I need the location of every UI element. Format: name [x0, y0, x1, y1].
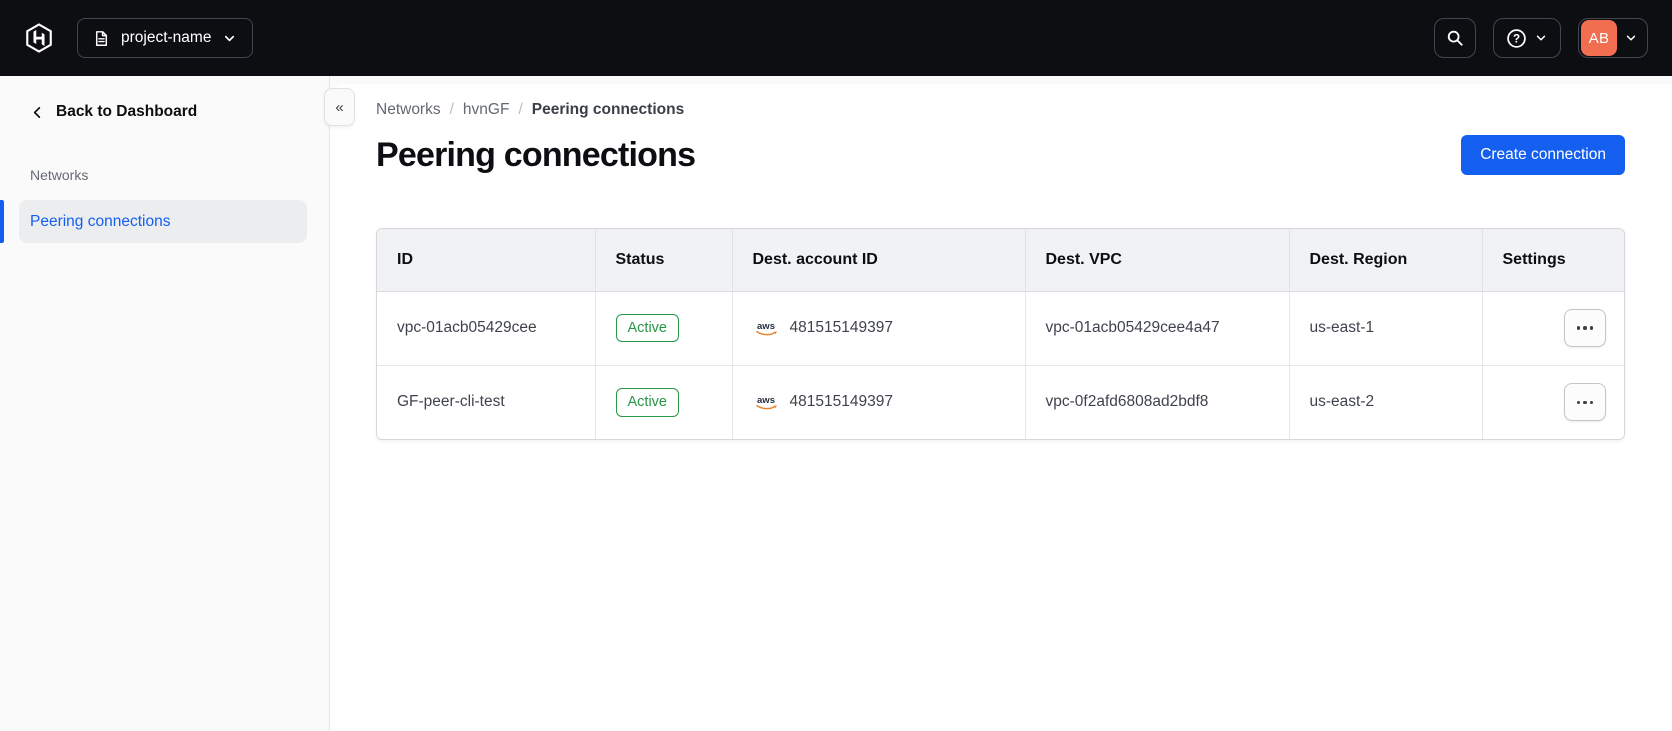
aws-icon: aws [755, 321, 777, 335]
project-switcher-label: project-name [121, 29, 212, 46]
cell-region: us-east-1 [1288, 291, 1482, 365]
sidebar: Back to Dashboard Networks Peering conne… [0, 76, 330, 731]
back-to-dashboard-link[interactable]: Back to Dashboard [30, 103, 197, 121]
breadcrumb-current: Peering connections [531, 101, 685, 118]
top-nav-actions: ? AB [1434, 18, 1648, 58]
breadcrumb-separator: / [518, 101, 523, 118]
column-header-dest-vpc: Dest. VPC [1024, 229, 1289, 292]
content-sheet: Networks / hvnGF / Peering connections P… [330, 84, 1672, 731]
top-nav: project-name ? AB [0, 0, 1672, 76]
svg-text:?: ? [1513, 32, 1520, 45]
cell-account-id: aws 481515149397 [731, 291, 1025, 365]
table-row: vpc-01acb05429cee Active aws 48151514939… [377, 291, 1624, 365]
page-title: Peering connections [376, 135, 696, 174]
cell-vpc: vpc-0f2afd6808ad2bdf8 [1024, 364, 1289, 439]
cell-region: us-east-2 [1288, 364, 1482, 439]
table-header-row: ID Status Dest. account ID Dest. VPC Des… [377, 229, 1624, 292]
page-header: Peering connections Create connection [376, 135, 1625, 175]
chevron-down-icon [1536, 35, 1546, 41]
help-menu-button[interactable]: ? [1493, 18, 1561, 58]
app-window: project-name ? AB Back to Dashboard Netw… [0, 0, 1672, 731]
aws-icon: aws [755, 395, 777, 410]
sidebar-section-label: Networks [30, 167, 89, 183]
project-switcher-button[interactable]: project-name [77, 18, 254, 58]
main-area: « Networks / hvnGF / Peering connections… [324, 76, 1672, 731]
row-settings-button[interactable] [1564, 309, 1606, 347]
hashicorp-logo-icon [26, 23, 52, 53]
ellipsis-icon [1576, 400, 1581, 404]
user-menu-button[interactable]: AB [1578, 18, 1648, 58]
cell-settings [1481, 364, 1624, 439]
column-header-settings: Settings [1481, 229, 1624, 292]
cell-vpc: vpc-01acb05429cee4a47 [1024, 291, 1289, 365]
status-badge: Active [615, 387, 679, 417]
cell-status: Active [594, 364, 732, 439]
chevron-left-icon [33, 106, 41, 118]
collapse-icon: « [335, 98, 344, 116]
create-connection-button[interactable]: Create connection [1461, 135, 1625, 175]
cell-account-id: aws 481515149397 [731, 364, 1025, 439]
back-to-dashboard-label: Back to Dashboard [56, 103, 198, 120]
svg-text:aws: aws [757, 321, 775, 332]
status-badge: Active [615, 313, 679, 343]
column-header-dest-region: Dest. Region [1288, 229, 1482, 292]
avatar: AB [1581, 20, 1617, 56]
chevron-down-icon [225, 35, 235, 41]
cell-settings [1481, 291, 1624, 365]
breadcrumb-separator: / [449, 101, 454, 118]
sidebar-item-label: Peering connections [30, 212, 171, 230]
cell-status: Active [594, 291, 732, 365]
search-button[interactable] [1434, 18, 1476, 58]
peering-connections-table: ID Status Dest. account ID Dest. VPC Des… [376, 228, 1625, 440]
account-id-value: 481515149397 [789, 393, 893, 411]
search-icon [1447, 30, 1463, 46]
row-settings-button[interactable] [1564, 383, 1606, 422]
help-icon: ? [1507, 28, 1526, 48]
ellipsis-icon [1576, 326, 1581, 330]
breadcrumb-link-hvngf[interactable]: hvnGF [463, 101, 510, 119]
chevron-down-icon [1626, 35, 1636, 41]
app-body: Back to Dashboard Networks Peering conne… [0, 76, 1672, 731]
account-id-value: 481515149397 [789, 319, 893, 336]
page-content: Networks / hvnGF / Peering connections P… [330, 84, 1672, 440]
document-icon [95, 30, 108, 46]
cell-id: GF-peer-cli-test [377, 364, 595, 439]
collapse-sidebar-button[interactable]: « [324, 88, 355, 126]
cell-id: vpc-01acb05429cee [377, 291, 595, 365]
breadcrumb-link-networks[interactable]: Networks [376, 101, 441, 119]
active-indicator [0, 200, 4, 243]
breadcrumb: Networks / hvnGF / Peering connections [376, 101, 1625, 119]
hashicorp-logo[interactable] [24, 23, 54, 53]
svg-text:aws: aws [757, 395, 775, 406]
column-header-dest-account-id: Dest. account ID [731, 229, 1025, 292]
column-header-status: Status [594, 229, 732, 292]
table-row: GF-peer-cli-test Active aws 481515149397… [377, 364, 1624, 439]
sidebar-item-peering-connections[interactable]: Peering connections [0, 200, 307, 243]
column-header-id: ID [377, 229, 595, 292]
